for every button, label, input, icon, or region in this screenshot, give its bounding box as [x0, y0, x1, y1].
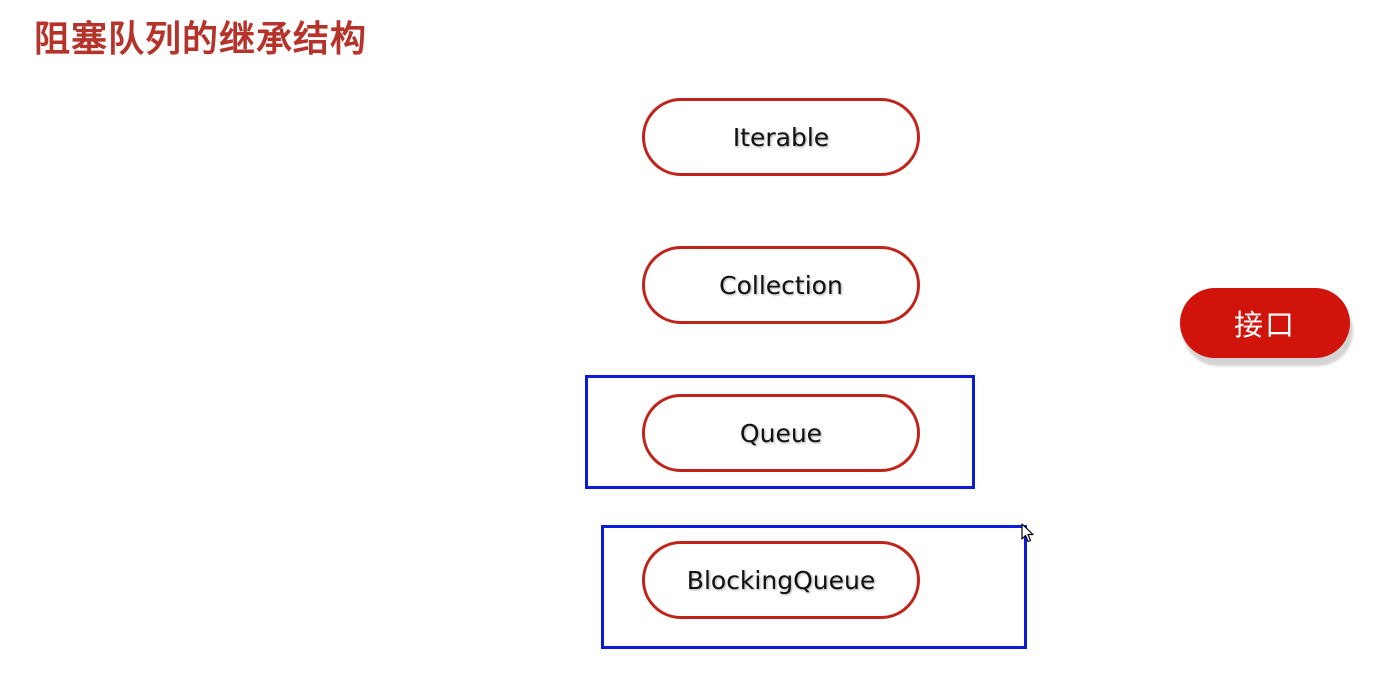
- node-blockingqueue-label: BlockingQueue: [686, 565, 876, 595]
- node-queue-label: Queue: [739, 418, 823, 448]
- node-blockingqueue: BlockingQueue: [642, 541, 920, 619]
- node-collection: Collection: [642, 246, 920, 324]
- node-iterable: Iterable: [642, 98, 920, 176]
- node-iterable-label: Iterable: [732, 122, 830, 152]
- interface-tag-label: 接口: [1233, 308, 1296, 342]
- node-collection-label: Collection: [719, 270, 843, 300]
- node-queue: Queue: [642, 394, 920, 472]
- page-title: 阻塞队列的继承结构: [34, 19, 368, 60]
- mouse-pointer-icon: [1021, 523, 1034, 543]
- interface-tag: 接口: [1180, 288, 1350, 358]
